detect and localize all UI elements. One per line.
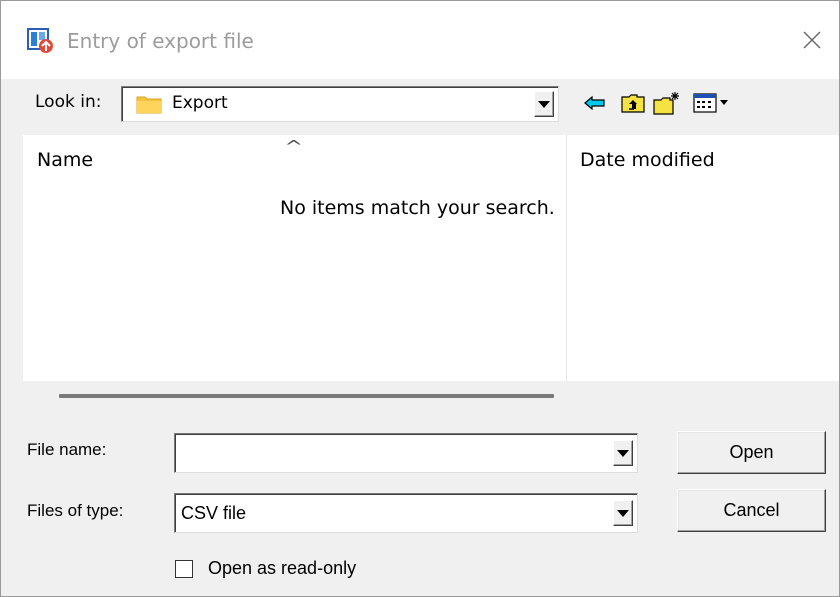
files-of-type-dropdown-button[interactable] [613,500,633,526]
chevron-down-icon [617,449,629,457]
file-list[interactable]: ^ Name Date modified No items match your… [23,135,839,381]
create-new-folder-button[interactable] [653,89,681,117]
chevron-down-icon [617,509,629,517]
file-name-dropdown-button[interactable] [613,440,633,466]
look-in-value: Export [172,93,228,113]
close-icon[interactable] [793,21,831,59]
folder-icon [136,94,162,114]
files-of-type-combobox[interactable]: CSV file [174,493,638,533]
look-in-dropdown-button[interactable] [534,91,554,117]
title-bar: Entry of export file [1,1,839,79]
column-header-name[interactable]: Name [37,149,93,171]
view-menu-icon [693,93,728,113]
horizontal-scrollbar[interactable] [59,394,554,398]
file-dialog-window: Entry of export file Look in: Export ^ N… [0,0,840,597]
empty-message: No items match your search. [280,197,555,219]
open-as-read-only-label[interactable]: Open as read-only [208,558,356,579]
sort-ascending-icon: ^ [284,137,304,156]
column-separator[interactable] [566,135,567,381]
files-of-type-label: Files of type: [27,501,124,520]
up-folder-icon [621,94,645,113]
cancel-button[interactable]: Cancel [677,489,826,532]
file-name-combobox[interactable] [174,433,638,473]
open-as-read-only-checkbox[interactable] [175,560,193,578]
back-button[interactable] [581,89,609,117]
back-arrow-icon [584,95,605,111]
look-in-label: Look in: [35,92,102,112]
chevron-down-icon [538,100,550,108]
look-in-combobox[interactable]: Export [121,86,559,122]
open-button[interactable]: Open [677,431,826,474]
column-header-date-modified[interactable]: Date modified [580,149,715,171]
view-menu-button[interactable] [691,89,733,117]
window-title: Entry of export file [67,29,254,53]
file-name-label: File name: [27,440,107,459]
up-one-level-button[interactable] [619,89,647,117]
files-of-type-value: CSV file [181,503,247,523]
new-folder-icon [653,92,679,115]
export-app-icon [27,28,55,54]
